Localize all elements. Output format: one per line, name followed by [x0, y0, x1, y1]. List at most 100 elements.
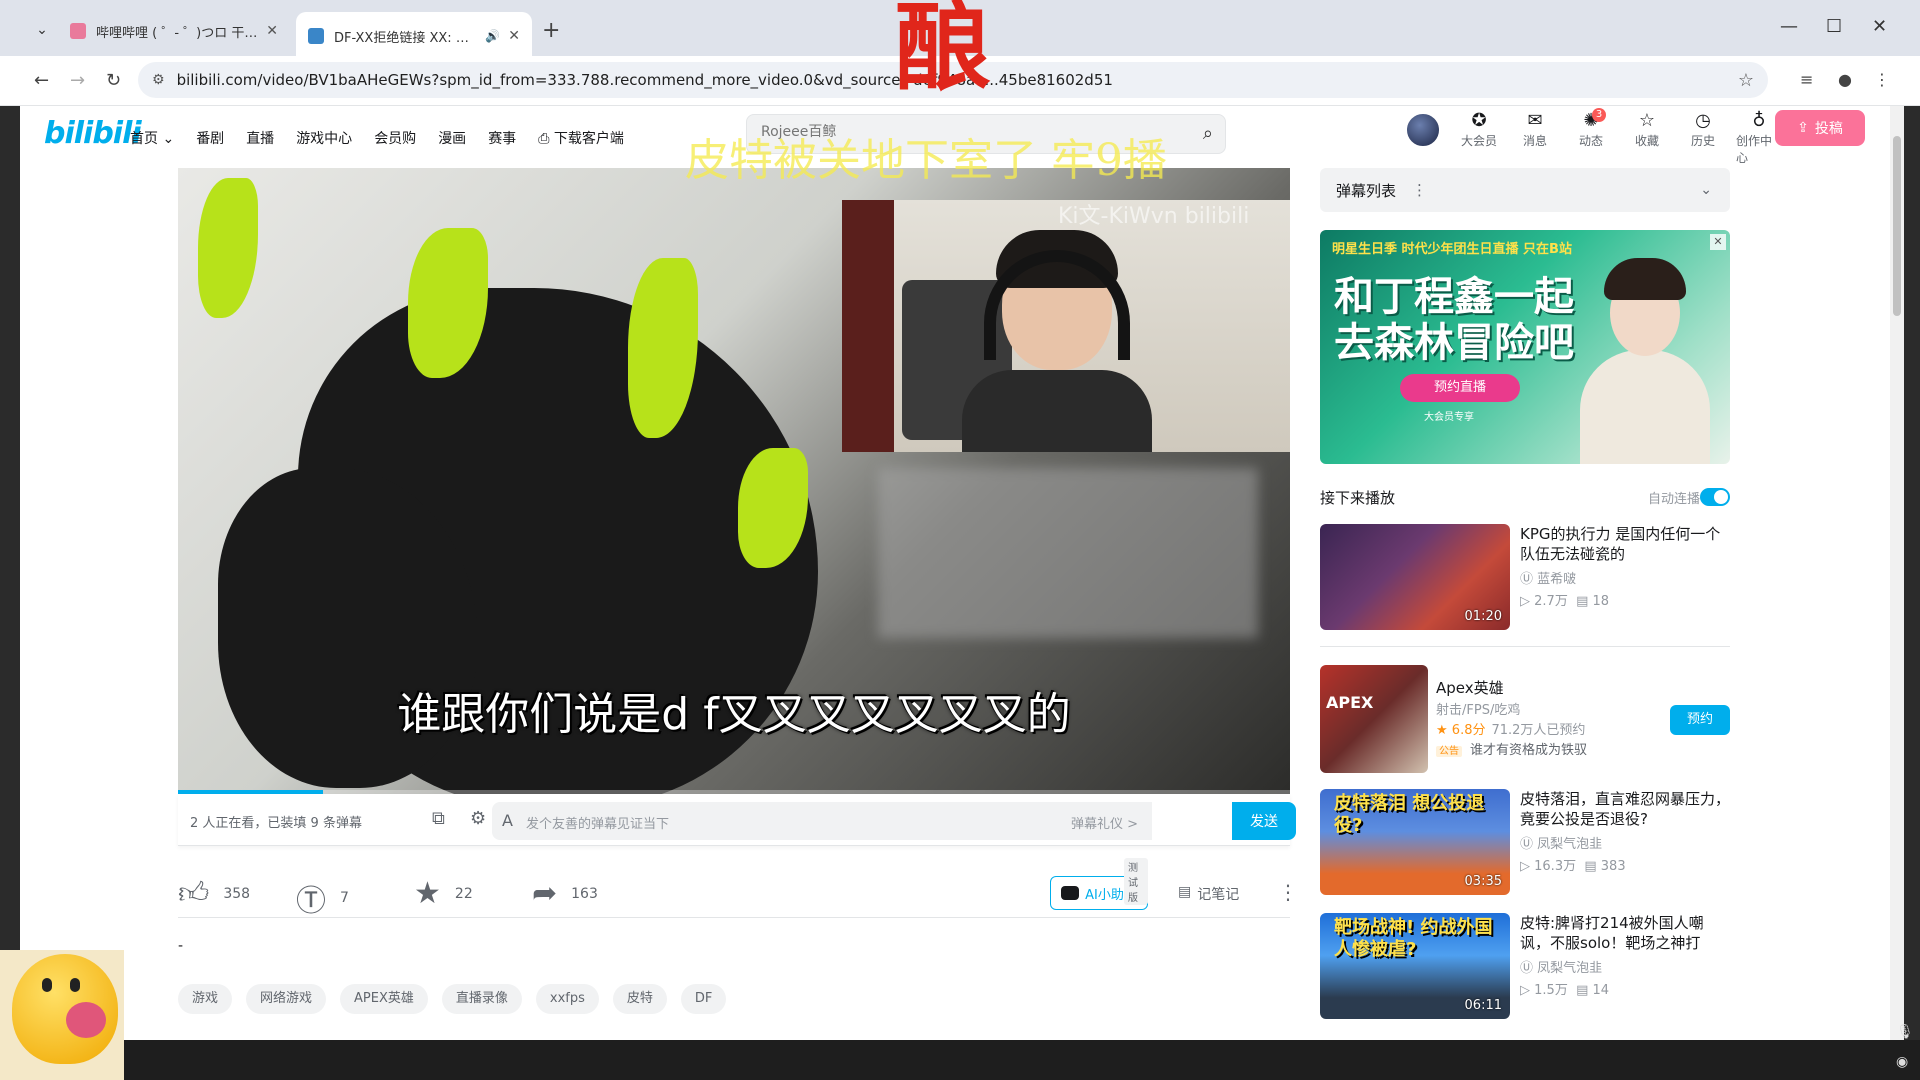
danmaku-toggle-icon[interactable]: ⧉ [432, 808, 445, 829]
upload-icon: ⇪ [1797, 120, 1809, 136]
nav-game-center[interactable]: 游戏中心 [296, 128, 352, 148]
rec-video[interactable]: 靶场战神! 约战外国人惨被虐? 06:11 皮特:脾肾打214被外国人嘲讽，不服… [1320, 913, 1730, 1021]
uploader[interactable]: Ⓤ 凤梨气泡韭 [1520, 957, 1602, 976]
nav-anime[interactable]: 番剧 [196, 128, 224, 148]
video-stats: ▷ 1.5万 ▤ 14 [1520, 983, 1610, 998]
game-announcement[interactable]: 公告 谁才有资格成为铁驭 [1436, 739, 1587, 758]
media-control-icon[interactable]: ≡ [1800, 70, 1813, 89]
close-tab-icon[interactable]: ✕ [266, 23, 278, 39]
ad-headline: 和丁程鑫一起去森林冒险吧 [1334, 273, 1574, 366]
header-messages[interactable]: ✉ 消息 [1512, 110, 1558, 166]
scrollbar-thumb[interactable] [1893, 136, 1901, 316]
back-icon[interactable]: ← [34, 70, 49, 91]
lime-shape [198, 178, 258, 318]
stream-overlay-ticker: 皮特被关地下室了 牢9播 [685, 135, 1167, 186]
game-name[interactable]: Apex英雄 [1436, 677, 1504, 698]
more-icon[interactable]: ⋮ [1412, 181, 1427, 199]
danmaku-settings-icon[interactable]: ⚙ [470, 808, 486, 829]
nav-shop[interactable]: 会员购 [374, 128, 416, 148]
danmaku-input[interactable]: A 发个友善的弹幕见证当下 弹幕礼仪 > [492, 802, 1152, 840]
maximize-icon[interactable]: ☐ [1826, 16, 1842, 37]
uploader[interactable]: Ⓤ 凤梨气泡韭 [1520, 833, 1602, 852]
video-thumbnail[interactable]: 皮特落泪 想公投退役? 03:35 [1320, 789, 1510, 895]
game-cover[interactable]: APEX [1320, 665, 1428, 773]
video-title[interactable]: 皮特落泪，直言难忍网暴压力，竟要公投是否退役? [1520, 789, 1730, 829]
bookmark-star-icon[interactable]: ☆ [1738, 70, 1754, 91]
desktop-mascot [0, 950, 124, 1080]
bilibili-favicon-icon [70, 23, 86, 39]
rec-video[interactable]: 皮特落泪 想公投退役? 03:35 皮特落泪，直言难忍网暴压力，竟要公投是否退役… [1320, 789, 1730, 897]
ad-close-icon[interactable]: ✕ [1710, 234, 1726, 250]
tag[interactable]: DF [680, 984, 727, 1014]
video-thumbnail[interactable]: 靶场战神! 约战外国人惨被虐? 06:11 [1320, 913, 1510, 1019]
minimize-icon[interactable]: — [1780, 16, 1798, 37]
close-tab-icon[interactable]: ✕ [508, 28, 520, 44]
autoplay-toggle[interactable] [1700, 488, 1730, 506]
new-tab-icon[interactable]: + [542, 18, 560, 43]
favorite-button[interactable]: ★ 22 [414, 876, 473, 911]
danmaku-list-header[interactable]: 弹幕列表 ⋮ ⌄ [1320, 168, 1730, 212]
tag[interactable]: 游戏 [178, 984, 233, 1014]
header-vip[interactable]: ✪ 大会员 [1456, 110, 1502, 166]
header-dynamic[interactable]: 3 ✺ 动态 [1568, 108, 1614, 166]
header-favorites[interactable]: ☆ 收藏 [1624, 110, 1670, 166]
tag[interactable]: 皮特 [612, 984, 667, 1014]
browser-tab-1[interactable]: 哔哩哔哩 ( ゜- ゜)つロ 干杯~-bili ✕ [58, 12, 290, 50]
system-tray-icon[interactable]: ◉ [1896, 1054, 1908, 1070]
danmaku-style-icon[interactable]: A [502, 811, 513, 830]
notes-button[interactable]: ▤ 记笔记 [1178, 884, 1239, 904]
rec-video[interactable]: 01:20 KPG的执行力 是国内任何一个队伍无法碰瓷的 Ⓤ 蓝希啵 ▷ 2.7… [1320, 524, 1730, 632]
chevron-down-icon[interactable]: ⌄ [1700, 182, 1712, 198]
tag[interactable]: APEX英雄 [340, 984, 428, 1014]
video-duration: 06:11 [1464, 998, 1502, 1013]
share-button[interactable]: ➦ 163 [532, 876, 598, 911]
nav-manga[interactable]: 漫画 [438, 128, 466, 148]
game-card[interactable]: APEX Apex英雄 射击/FPS/吃鸡 ★ 6.8分 71.2万人已预约 公告… [1320, 665, 1730, 773]
send-danmaku-button[interactable]: 发送 [1232, 802, 1296, 840]
user-avatar[interactable] [1405, 112, 1441, 148]
mic-icon[interactable]: 🎙︎ [1896, 1024, 1914, 1040]
ad-portrait [1570, 250, 1720, 464]
nav-home[interactable]: 首页 ⌄ [130, 128, 174, 148]
right-sidebar: 弹幕列表 ⋮ ⌄ 明星生日季 时代少年团生日直播 只在B站 和丁程鑫一起去森林冒… [1320, 168, 1730, 1021]
speaker-icon[interactable]: 🔊 [485, 29, 500, 43]
profile-icon[interactable]: ● [1838, 70, 1852, 89]
video-thumbnail[interactable]: 01:20 [1320, 524, 1510, 630]
search-icon[interactable]: ⌕ [1203, 123, 1213, 144]
site-info-icon[interactable]: ⚙ [152, 72, 165, 88]
reload-icon[interactable]: ↻ [106, 70, 121, 91]
ad-cta-button[interactable]: 预约直播 [1400, 374, 1520, 402]
like-button[interactable]: 👍︎ 358 [178, 876, 250, 912]
video-title[interactable]: 皮特:脾肾打214被外国人嘲讽，不服solo！靶场之神打的… [1520, 913, 1730, 953]
video-title[interactable]: KPG的执行力 是国内任何一个队伍无法碰瓷的 [1520, 524, 1730, 564]
notification-badge: 3 [1592, 108, 1606, 122]
ad-banner[interactable]: 明星生日季 时代少年团生日直播 只在B站 和丁程鑫一起去森林冒险吧 预约直播 大… [1320, 230, 1730, 464]
tag[interactable]: 网络游戏 [246, 984, 327, 1014]
game-book-button[interactable]: 预约 [1670, 705, 1730, 735]
video-player[interactable]: Ki文-KiWvn bilibili 谁跟你们说是d f叉叉叉叉叉叉叉的 [178, 168, 1290, 794]
video-duration: 01:20 [1464, 609, 1502, 624]
close-window-icon[interactable]: ✕ [1872, 16, 1887, 37]
game-genre: 射击/FPS/吃鸡 [1436, 703, 1521, 718]
tag[interactable]: 直播录像 [441, 984, 522, 1014]
nav-live[interactable]: 直播 [246, 128, 274, 148]
game-score: ★ 6.8分 71.2万人已预约 [1436, 723, 1586, 738]
vip-icon: ✪ [1471, 110, 1487, 131]
browser-tab-2-active[interactable]: DF-XX拒绝链接 XX: 我加入 🔊 ✕ [296, 12, 532, 60]
forward-icon[interactable]: → [70, 70, 85, 91]
coin-button[interactable]: Ⓣ 7 [296, 876, 349, 920]
more-options-icon[interactable]: ⋮ [1278, 880, 1298, 904]
uploader[interactable]: Ⓤ 蓝希啵 [1520, 568, 1576, 587]
header-history[interactable]: ◷ 历史 [1680, 110, 1726, 166]
danmaku-etiquette-link[interactable]: 弹幕礼仪 > [1071, 813, 1138, 832]
browser-menu-icon[interactable]: ⋮ [1874, 70, 1890, 89]
message-icon: ✉ [1527, 110, 1543, 131]
thumbs-up-icon: 👍︎ [178, 876, 210, 911]
nav-download-client[interactable]: ⎙ 下载客户端 [538, 128, 624, 148]
bilibili-logo[interactable]: bilibili [44, 116, 142, 151]
upload-button[interactable]: ⇪ 投稿 [1775, 110, 1865, 146]
nav-esports[interactable]: 赛事 [488, 128, 516, 148]
tag[interactable]: xxfps [535, 984, 599, 1014]
tab-search-dropdown[interactable]: ⌄ [28, 16, 56, 44]
page-scrollbar[interactable] [1890, 106, 1904, 1040]
